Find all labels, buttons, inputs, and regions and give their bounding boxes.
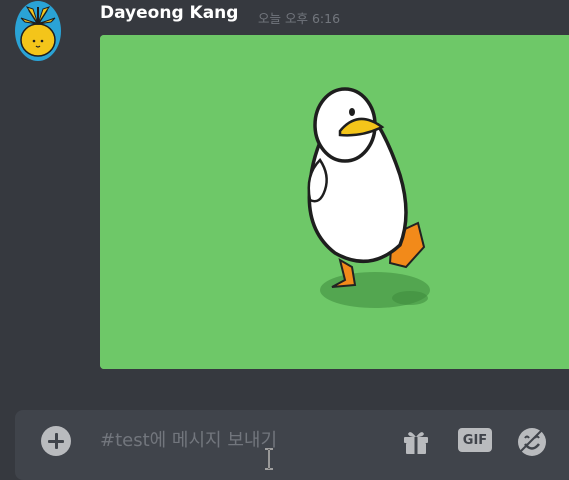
avatar[interactable] bbox=[15, 1, 61, 61]
message-timestamp: 오늘 오후 6:16 bbox=[258, 11, 341, 26]
message-input[interactable] bbox=[100, 425, 390, 455]
emoji-icon[interactable] bbox=[515, 425, 549, 459]
image-attachment[interactable] bbox=[100, 35, 569, 369]
message-author[interactable]: Dayeong Kang bbox=[100, 3, 238, 23]
gift-icon[interactable] bbox=[401, 426, 431, 456]
text-cursor-icon bbox=[265, 448, 273, 470]
gif-button[interactable]: GIF bbox=[458, 428, 492, 452]
add-circle-icon[interactable] bbox=[41, 426, 71, 456]
message-composer: GIF bbox=[15, 410, 569, 480]
duck-illustration bbox=[100, 35, 569, 369]
